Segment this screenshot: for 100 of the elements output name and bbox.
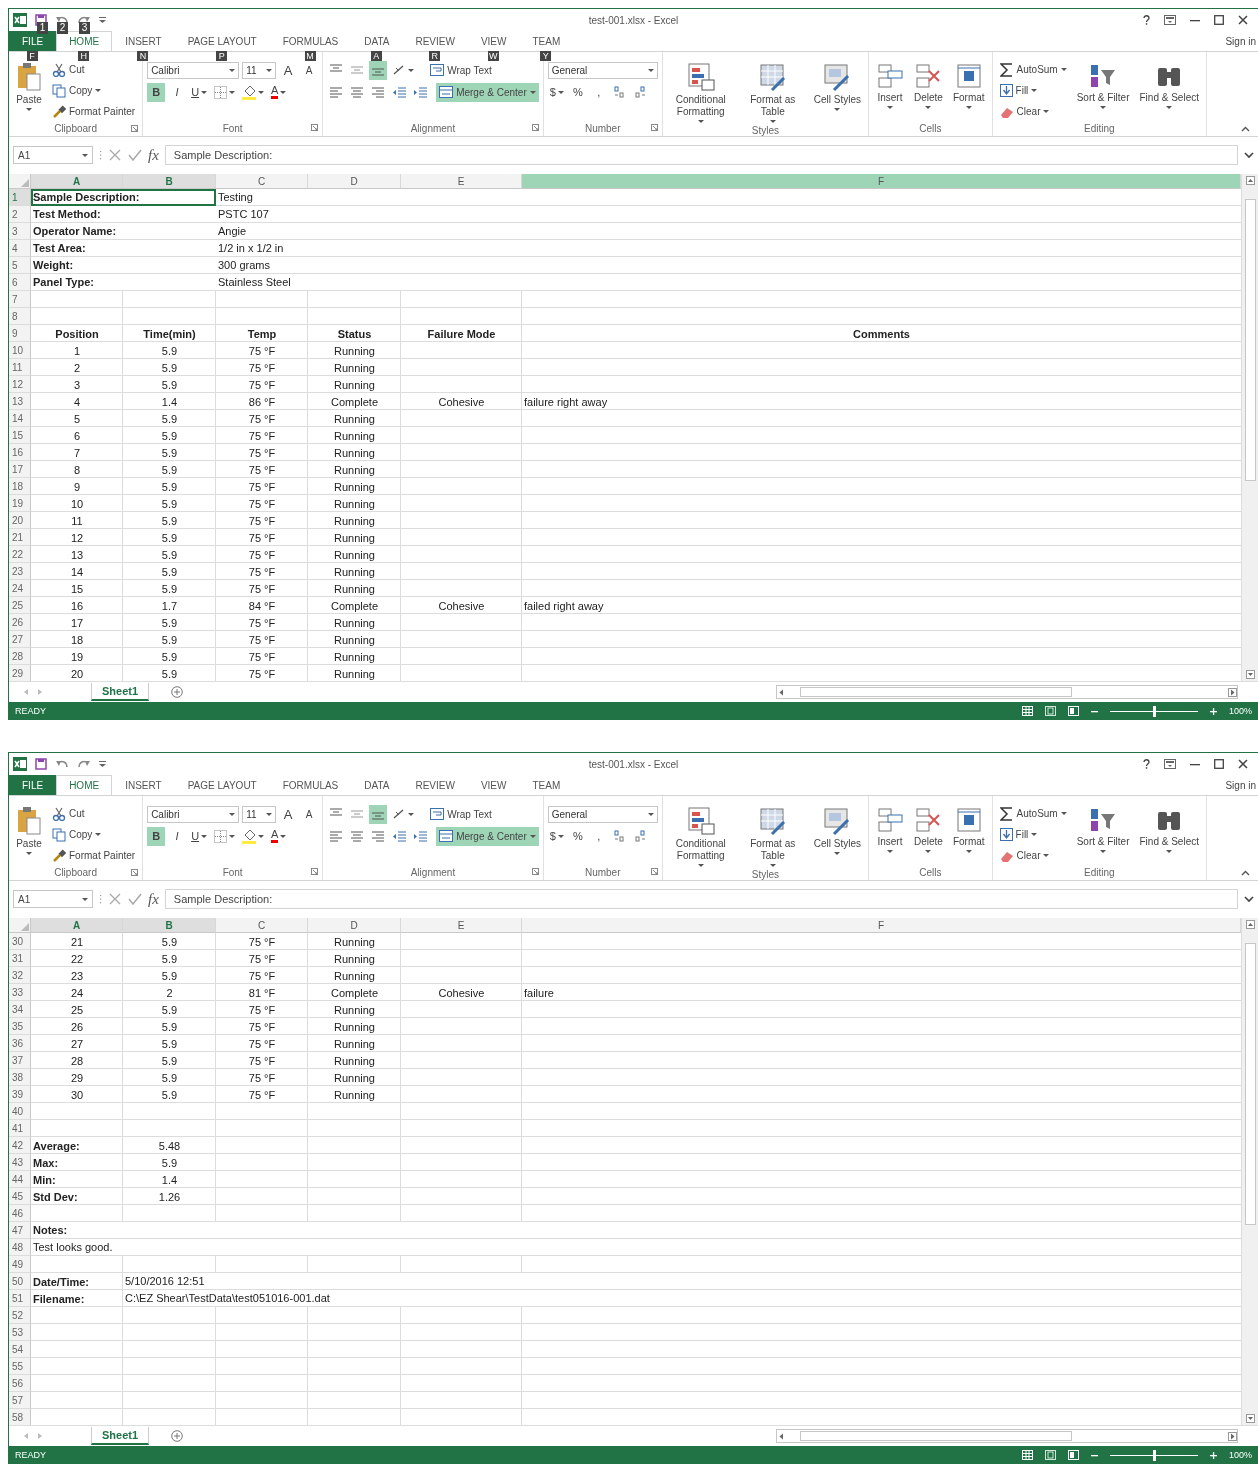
table-cell[interactable]: 5.9: [123, 1018, 216, 1035]
table-cell[interactable]: 27: [31, 1035, 123, 1052]
ribbon-button[interactable]: AutoSum: [996, 60, 1070, 79]
ribbon-tab[interactable]: REVIEW: [402, 31, 468, 51]
ribbon-button[interactable]: AutoSum: [996, 804, 1070, 823]
row-number[interactable]: 53: [9, 1324, 31, 1341]
table-cell[interactable]: 1.4: [123, 393, 216, 410]
font-name-field[interactable]: Calibri: [147, 61, 240, 79]
dialog-launcher-icon[interactable]: [531, 868, 539, 875]
formula-field[interactable]: Sample Description:: [164, 145, 1238, 165]
ribbon-options-icon[interactable]: [1164, 759, 1176, 769]
dialog-launcher-icon[interactable]: [131, 125, 139, 132]
table-cell[interactable]: 19: [31, 648, 123, 665]
table-cell[interactable]: 75 °F: [216, 580, 308, 597]
table-cell[interactable]: 75 °F: [216, 342, 308, 359]
dialog-launcher-icon[interactable]: [531, 124, 539, 131]
row-number[interactable]: 4: [9, 240, 31, 257]
row-number[interactable]: 28: [9, 648, 31, 665]
dialog-launcher-icon[interactable]: [311, 868, 319, 875]
table-cell[interactable]: 75 °F: [216, 648, 308, 665]
cancel-icon[interactable]: [108, 148, 122, 162]
ribbon-button[interactable]: Find & Select: [1136, 60, 1202, 121]
row-number[interactable]: 41: [9, 1120, 31, 1137]
table-cell[interactable]: 75 °F: [216, 950, 308, 967]
ribbon-button[interactable]: Delete: [911, 60, 946, 120]
row-number[interactable]: 16: [9, 444, 31, 461]
dialog-launcher-icon[interactable]: [131, 869, 139, 876]
ribbon-tab[interactable]: PAGE LAYOUT: [174, 775, 270, 795]
table-cell[interactable]: 75 °F: [216, 563, 308, 580]
font-name-field[interactable]: Calibri: [147, 805, 240, 823]
table-cell[interactable]: 5.9: [123, 967, 216, 984]
number-format-button[interactable]: $: [547, 826, 566, 846]
font-style-button[interactable]: I: [168, 826, 187, 846]
table-cell[interactable]: Running: [308, 376, 401, 393]
ribbon-tab[interactable]: INSERT: [112, 775, 175, 795]
table-cell[interactable]: 2: [123, 984, 216, 1001]
table-cell[interactable]: Failure Mode: [401, 325, 522, 342]
ribbon-tab[interactable]: VIEW: [467, 775, 520, 795]
close-icon[interactable]: [1238, 15, 1248, 25]
table-cell[interactable]: 14: [31, 563, 123, 580]
row-number[interactable]: 1: [9, 189, 31, 206]
scroll-down-icon[interactable]: [1245, 1414, 1255, 1423]
ribbon-button[interactable]: Sort & Filter: [1073, 60, 1133, 121]
table-cell[interactable]: Running: [308, 478, 401, 495]
row-number[interactable]: 33: [9, 984, 31, 1001]
table-cell[interactable]: failed right away: [522, 597, 1241, 614]
scroll-right-icon[interactable]: [1228, 1431, 1237, 1441]
table-cell[interactable]: Average:: [31, 1137, 123, 1154]
dialog-launcher-icon[interactable]: [650, 868, 658, 875]
table-cell[interactable]: 23: [31, 967, 123, 984]
table-cell[interactable]: 2: [31, 359, 123, 376]
customize-icon[interactable]: [99, 16, 106, 24]
table-cell[interactable]: Weight:: [31, 257, 216, 274]
table-cell[interactable]: 75 °F: [216, 444, 308, 461]
row-number[interactable]: 55: [9, 1358, 31, 1375]
scroll-up-icon[interactable]: [1245, 920, 1255, 929]
table-cell[interactable]: Running: [308, 933, 401, 950]
table-cell[interactable]: 75 °F: [216, 512, 308, 529]
check-icon[interactable]: [128, 148, 142, 162]
table-cell[interactable]: Running: [308, 580, 401, 597]
table-cell[interactable]: 10: [31, 495, 123, 512]
number-format-button[interactable]: ,: [589, 82, 608, 102]
page-layout-icon[interactable]: [1044, 1450, 1056, 1460]
table-cell[interactable]: Running: [308, 563, 401, 580]
table-cell[interactable]: 5.9: [123, 1001, 216, 1018]
row-number[interactable]: 39: [9, 1086, 31, 1103]
table-cell[interactable]: 75 °F: [216, 1018, 308, 1035]
row-number[interactable]: 14: [9, 410, 31, 427]
table-cell[interactable]: 5.9: [123, 648, 216, 665]
table-cell[interactable]: 25: [31, 1001, 123, 1018]
table-cell[interactable]: failure: [522, 984, 1241, 1001]
number-format-button[interactable]: %: [568, 82, 587, 102]
row-number[interactable]: 45: [9, 1188, 31, 1205]
row-number[interactable]: 57: [9, 1392, 31, 1409]
table-cell[interactable]: Cohesive: [401, 597, 522, 614]
scroll-down-icon[interactable]: [1245, 670, 1255, 679]
zoom-level[interactable]: 100%: [1228, 1450, 1252, 1460]
font-style-button[interactable]: U: [189, 82, 210, 102]
font-size-field[interactable]: 11: [242, 805, 277, 823]
ribbon-button[interactable]: Clear: [996, 846, 1070, 865]
collapse-ribbon-icon[interactable]: [1241, 126, 1250, 132]
table-cell[interactable]: 21: [31, 933, 123, 950]
ribbon-button[interactable]: Merge & Center: [436, 82, 539, 102]
horizontal-scrollbar[interactable]: [776, 1429, 1238, 1443]
row-number[interactable]: 34: [9, 1001, 31, 1018]
ribbon-tab[interactable]: DATA: [351, 775, 403, 795]
add-sheet-icon[interactable]: [171, 1430, 184, 1442]
table-cell[interactable]: 5.9: [123, 444, 216, 461]
table-cell[interactable]: Status: [308, 325, 401, 342]
number-format-field[interactable]: General: [547, 805, 658, 823]
table-cell[interactable]: 20: [31, 665, 123, 682]
help-icon[interactable]: [1143, 759, 1150, 769]
scroll-thumb[interactable]: [1244, 199, 1256, 481]
table-cell[interactable]: 1.26: [123, 1188, 216, 1205]
toolbar-button[interactable]: [369, 60, 388, 80]
row-number[interactable]: 6: [9, 274, 31, 291]
table-cell[interactable]: Running: [308, 546, 401, 563]
table-cell[interactable]: 8: [31, 461, 123, 478]
table-cell[interactable]: 75 °F: [216, 529, 308, 546]
row-number[interactable]: 35: [9, 1018, 31, 1035]
